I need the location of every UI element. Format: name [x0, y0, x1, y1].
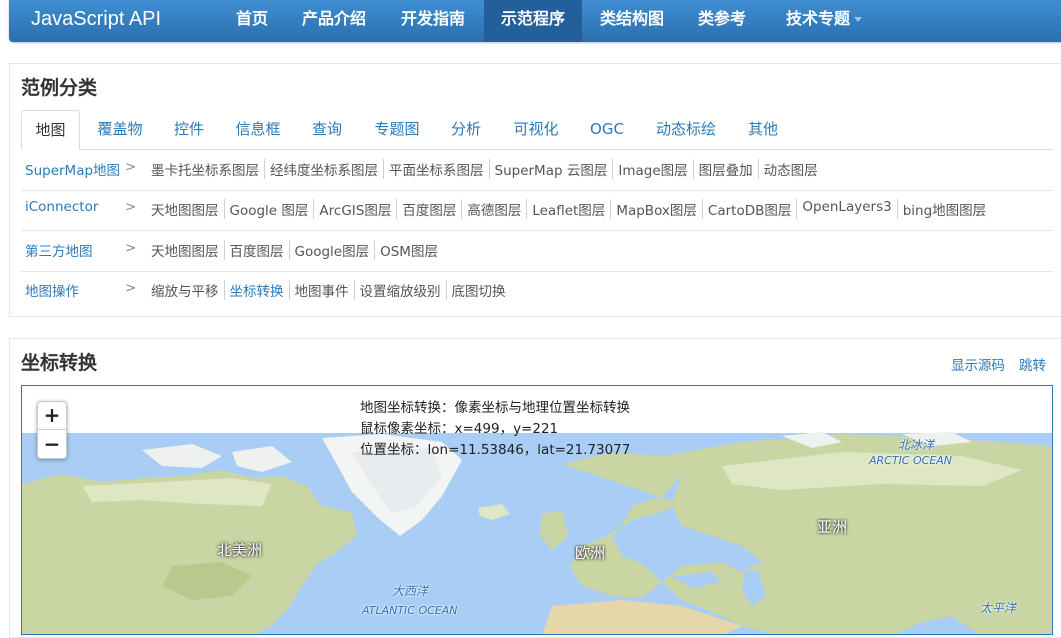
category-row-third-party: 第三方地图 > 天地图图层 百度图层 Google图层 OSM图层 — [21, 231, 1053, 272]
example-link[interactable]: OSM图层 — [375, 240, 443, 260]
map-label-asia: 亚洲 — [817, 518, 848, 536]
example-link[interactable]: Image图层 — [613, 159, 694, 179]
category-links: 墨卡托坐标系图层 经纬度坐标系图层 平面坐标系图层 SuperMap 云图层 I… — [151, 159, 823, 179]
nav-dev-guide[interactable]: 开发指南 — [391, 0, 475, 42]
category-links: 天地图图层 Google 图层 ArcGIS图层 百度图层 高德图层 Leafl… — [151, 199, 991, 219]
nav-tech-topics[interactable]: 技术专题 — [774, 0, 874, 42]
nav-tech-topics-label: 技术专题 — [785, 9, 850, 28]
tab-query[interactable]: 查询 — [302, 110, 352, 150]
chevron-right-icon: > — [125, 240, 137, 256]
category-panel-title: 范例分类 — [21, 77, 98, 99]
nav-class-diagram[interactable]: 类结构图 — [591, 0, 673, 42]
example-link[interactable]: 平面坐标系图层 — [384, 159, 490, 179]
nav-product[interactable]: 产品介绍 — [293, 0, 375, 42]
example-link[interactable]: 天地图图层 — [151, 199, 225, 219]
example-link[interactable]: 图层叠加 — [694, 159, 759, 179]
category-row-supermap: SuperMap地图 > 墨卡托坐标系图层 经纬度坐标系图层 平面坐标系图层 S… — [21, 150, 1053, 191]
example-link[interactable]: 百度图层 — [225, 240, 290, 260]
example-link[interactable]: bing地图图层 — [898, 199, 991, 219]
example-link[interactable]: Google 图层 — [225, 199, 315, 219]
nav-examples[interactable]: 示范程序 — [484, 0, 582, 42]
zoom-in-button[interactable]: + — [38, 402, 66, 430]
category-row-iconnector: iConnector > 天地图图层 Google 图层 ArcGIS图层 百度… — [21, 190, 1053, 231]
map-label-pacific-cn: 太平洋 — [980, 601, 1017, 615]
category-label[interactable]: 地图操作 — [25, 280, 79, 300]
category-label[interactable]: SuperMap地图 — [25, 159, 120, 179]
map-label-north-america: 北美洲 — [217, 541, 263, 559]
category-links: 缩放与平移 坐标转换 地图事件 设置缩放级别 底图切换 — [151, 280, 511, 300]
example-link[interactable]: 动态图层 — [759, 159, 823, 179]
brand-title[interactable]: JavaScript API — [31, 0, 161, 38]
example-link[interactable]: 设置缩放级别 — [355, 280, 447, 300]
tab-infobox[interactable]: 信息框 — [226, 110, 290, 150]
info-title: 地图坐标转换：像素坐标与地理位置坐标转换 — [360, 400, 630, 416]
example-link[interactable]: 缩放与平移 — [151, 280, 225, 300]
tab-analysis[interactable]: 分析 — [441, 110, 491, 150]
example-link-current[interactable]: 坐标转换 — [225, 280, 290, 300]
map-label-europe: 欧洲 — [575, 544, 606, 562]
map-label-arctic-en: ARCTIC OCEAN — [869, 454, 953, 467]
map-label-atlantic-cn: 大西洋 — [392, 584, 429, 598]
example-link[interactable]: 百度图层 — [397, 199, 463, 219]
nav-class-reference[interactable]: 类参考 — [689, 0, 755, 42]
tab-other[interactable]: 其他 — [738, 110, 788, 150]
tab-overlay[interactable]: 覆盖物 — [88, 110, 152, 150]
example-link[interactable]: ArcGIS图层 — [314, 199, 398, 219]
category-row-map-operations: 地图操作 > 缩放与平移 坐标转换 地图事件 设置缩放级别 底图切换 — [21, 271, 1053, 312]
tab-thematic[interactable]: 专题图 — [364, 110, 430, 150]
pixel-coordinate-readout: 鼠标像素坐标：x=499，y=221 — [360, 421, 559, 437]
map-label-atlantic-en: ATLANTIC OCEAN — [362, 604, 458, 617]
example-link[interactable]: 经纬度坐标系图层 — [265, 159, 384, 179]
show-source-link[interactable]: 显示源码 — [951, 354, 1005, 374]
example-link[interactable]: Google图层 — [290, 240, 376, 260]
coordinate-info-panel: 地图坐标转换：像素坐标与地理位置坐标转换 鼠标像素坐标：x=499，y=221 … — [360, 398, 630, 461]
example-link[interactable]: MapBox图层 — [611, 199, 703, 219]
jump-link[interactable]: 跳转 — [1019, 354, 1046, 374]
example-panel-title: 坐标转换 — [21, 352, 98, 374]
tab-ogc[interactable]: OGC — [580, 110, 634, 150]
tab-controls[interactable]: 控件 — [164, 110, 214, 150]
nav-home[interactable]: 首页 — [221, 0, 283, 42]
top-navbar: JavaScript API 首页 产品介绍 开发指南 示范程序 类结构图 类参… — [9, 0, 1061, 42]
caret-down-icon — [854, 17, 862, 22]
map-label-arctic-cn: 北冰洋 — [898, 438, 935, 452]
geo-coordinate-readout: 位置坐标：lon=11.53846，lat=21.73077 — [360, 442, 631, 458]
map-viewer[interactable]: + − 地图坐标转换：像素坐标与地理位置坐标转换 鼠标像素坐标：x=499，y=… — [21, 385, 1053, 635]
chevron-right-icon: > — [125, 199, 137, 215]
example-link[interactable]: OpenLayers3 — [797, 199, 898, 219]
example-link[interactable]: Leaflet图层 — [527, 199, 612, 219]
tab-map[interactable]: 地图 — [21, 110, 80, 150]
example-link[interactable]: 底图切换 — [447, 280, 511, 300]
chevron-right-icon: > — [125, 159, 137, 175]
tab-dynamic-plot[interactable]: 动态标绘 — [645, 110, 727, 150]
zoom-control: + − — [37, 401, 67, 459]
example-link[interactable]: 高德图层 — [462, 199, 528, 219]
category-links: 天地图图层 百度图层 Google图层 OSM图层 — [151, 240, 443, 260]
example-link[interactable]: SuperMap 云图层 — [490, 159, 614, 179]
zoom-out-button[interactable]: − — [38, 431, 66, 459]
example-link[interactable]: CartoDB图层 — [703, 199, 798, 219]
chevron-right-icon: > — [125, 280, 137, 296]
example-link[interactable]: 墨卡托坐标系图层 — [151, 159, 265, 179]
example-link[interactable]: 地图事件 — [290, 280, 355, 300]
example-link[interactable]: 天地图图层 — [151, 240, 225, 260]
tab-visualization[interactable]: 可视化 — [502, 110, 570, 150]
category-label[interactable]: 第三方地图 — [25, 240, 93, 260]
category-label[interactable]: iConnector — [25, 199, 98, 215]
